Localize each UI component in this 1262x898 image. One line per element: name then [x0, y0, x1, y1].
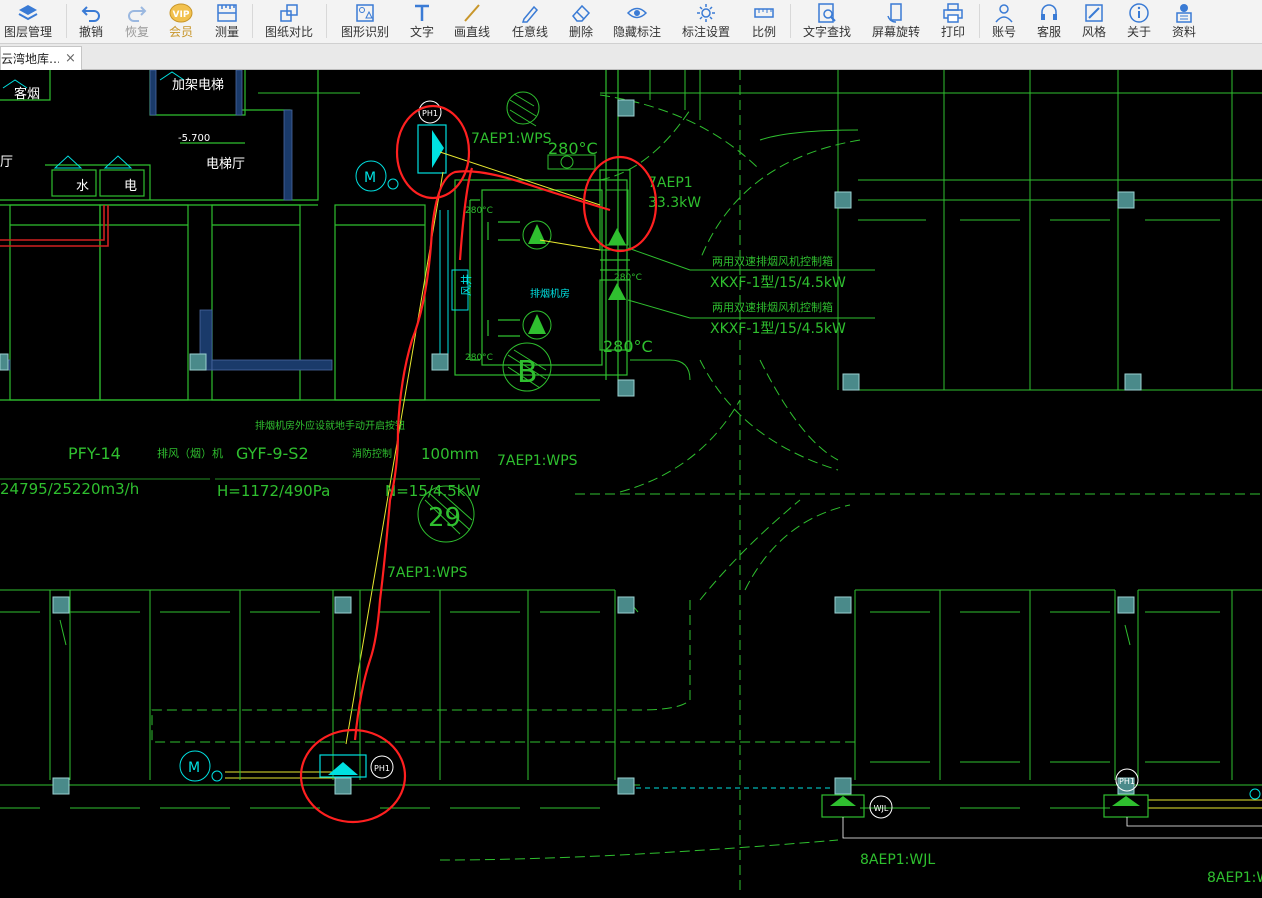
style-icon: [1085, 4, 1103, 22]
label-power: N=15/4.5kW: [385, 482, 480, 500]
layers-icon: [18, 5, 38, 21]
label-fan-room: 排烟机房: [530, 287, 570, 300]
user-icon: [995, 4, 1013, 23]
label-xkxf-1: XKXF-1型/15/4.5kW: [710, 275, 846, 291]
label-fan-type: 排风（烟）机: [157, 446, 223, 460]
label-wjl: 8AEP1:WJL: [860, 852, 935, 868]
label-280-e: 280°C: [603, 337, 653, 356]
annotation-settings-button[interactable]: 标注设置: [680, 0, 732, 43]
customer-service-button[interactable]: 客服: [1034, 0, 1064, 43]
compare-icon: [280, 4, 298, 22]
measure-button[interactable]: 测量: [212, 0, 242, 43]
scale-button[interactable]: 比例: [749, 0, 779, 43]
style-button[interactable]: 风格: [1079, 0, 1109, 43]
label-ph-top: PH1: [422, 109, 438, 118]
text-search-icon: [818, 3, 836, 23]
label-280-a: 280°C: [548, 139, 598, 158]
line-icon: [464, 4, 480, 22]
label-b: B: [517, 355, 538, 390]
label-wp: 8AEP1:WP: [1207, 870, 1262, 886]
rotate-screen-button[interactable]: 屏幕旋转: [869, 0, 923, 43]
toolbar-separator: [979, 4, 980, 38]
text-button[interactable]: 文字: [407, 0, 437, 43]
label-wps-low: 7AEP1:WPS: [387, 565, 468, 581]
eraser-icon: [572, 4, 591, 22]
label-lift-hall: 电梯厅: [206, 157, 245, 172]
print-button[interactable]: 打印: [938, 0, 968, 43]
annotation-settings-icon: [697, 4, 715, 22]
docs-button[interactable]: 资料: [1169, 0, 1199, 43]
label-gyf: GYF-9-S2: [236, 444, 309, 463]
vip-button[interactable]: VIP 会员: [166, 0, 196, 43]
main-toolbar: 图层管理 撤销 恢复 VIP 会员 测量 图纸对比 图形识别 文字 画直线 任意…: [0, 0, 1262, 44]
toolbar-separator: [790, 4, 791, 38]
label-air-shaft: 风井: [459, 274, 473, 296]
redo-button[interactable]: 恢复: [122, 0, 152, 43]
redo-icon: [128, 6, 147, 22]
label-280-b: 280°C: [465, 206, 493, 216]
undo-button[interactable]: 撤销: [76, 0, 106, 43]
label-fire-control: 消防控制: [352, 447, 392, 460]
text-search-button[interactable]: 文字查找: [800, 0, 854, 43]
label-100mm: 100mm: [421, 445, 479, 463]
headset-icon: [1041, 4, 1057, 20]
delete-button[interactable]: 删除: [566, 0, 596, 43]
label-motor-top: M: [364, 170, 376, 186]
measure-icon: [217, 4, 237, 22]
undo-icon: [81, 6, 100, 22]
label-jiajia-lift: 加架电梯: [172, 78, 224, 93]
svg-text:VIP: VIP: [173, 10, 190, 20]
label-wps-mid: 7AEP1:WPS: [497, 453, 578, 469]
text-icon: [415, 4, 429, 21]
cad-drawing[interactable]: 客烟 加架电梯 -5.700 电梯厅 厅 水 电 风井 排烟机房 B 7AEP1…: [0, 69, 1262, 894]
rotate-icon: [887, 3, 902, 23]
label-motor-bottom: M: [188, 760, 200, 776]
label-280-d: 280°C: [465, 353, 493, 363]
label-pfy: PFY-14: [68, 444, 121, 463]
shape-recognize-button[interactable]: 图形识别: [338, 0, 392, 43]
label-control-box-1: 两用双速排烟风机控制箱: [712, 254, 833, 268]
freehand-icon: [521, 5, 539, 23]
label-flow: 24795/25220m3/h: [0, 480, 139, 498]
label-29: 29: [428, 503, 461, 533]
eye-icon: [626, 7, 648, 19]
hide-annotation-button[interactable]: 隐藏标注: [611, 0, 663, 43]
compare-drawings-button[interactable]: 图纸对比: [262, 0, 316, 43]
drawing-canvas[interactable]: 客烟 加架电梯 -5.700 电梯厅 厅 水 电 风井 排烟机房 B 7AEP1…: [0, 69, 1262, 894]
vip-icon: VIP: [169, 3, 193, 23]
label-pressure: H=1172/490Pa: [217, 482, 330, 500]
shape-recognize-icon: [356, 4, 374, 22]
document-tab-bar: 云湾地库… ×: [0, 44, 1262, 70]
document-tab-title: 云湾地库…: [1, 52, 59, 66]
label-control-box-2: 两用双速排烟风机控制箱: [712, 300, 833, 314]
docs-icon: [1176, 4, 1192, 23]
close-icon[interactable]: ×: [65, 51, 76, 66]
label-ph-bottom: PH1: [374, 764, 390, 773]
label-ph-right: PH1: [1119, 777, 1135, 786]
layer-manager-button[interactable]: 图层管理: [3, 0, 53, 43]
label-xkxf-2: XKXF-1型/15/4.5kW: [710, 321, 846, 337]
label-hall: 厅: [0, 155, 13, 170]
label-kehua: 客烟: [14, 86, 40, 102]
label-electric: 电: [124, 179, 137, 194]
draw-line-button[interactable]: 画直线: [452, 0, 492, 43]
document-tab[interactable]: 云湾地库… ×: [0, 46, 82, 70]
label-wps-top: 7AEP1:WPS: [471, 131, 552, 147]
print-icon: [943, 3, 963, 23]
toolbar-separator: [326, 4, 327, 38]
about-button[interactable]: 关于: [1124, 0, 1154, 43]
scale-icon: [754, 8, 774, 18]
label-note: 排烟机房外应设就地手动开启按钮: [255, 419, 405, 432]
toolbar-separator: [252, 4, 253, 38]
toolbar-separator: [66, 4, 67, 38]
freehand-button[interactable]: 任意线: [510, 0, 550, 43]
info-icon: [1129, 3, 1149, 23]
label-water: 水: [76, 179, 89, 194]
label-level: -5.700: [178, 133, 210, 144]
label-wj-circle: WJL: [874, 804, 889, 813]
label-280-c: 280°C: [614, 273, 642, 283]
account-button[interactable]: 账号: [989, 0, 1019, 43]
